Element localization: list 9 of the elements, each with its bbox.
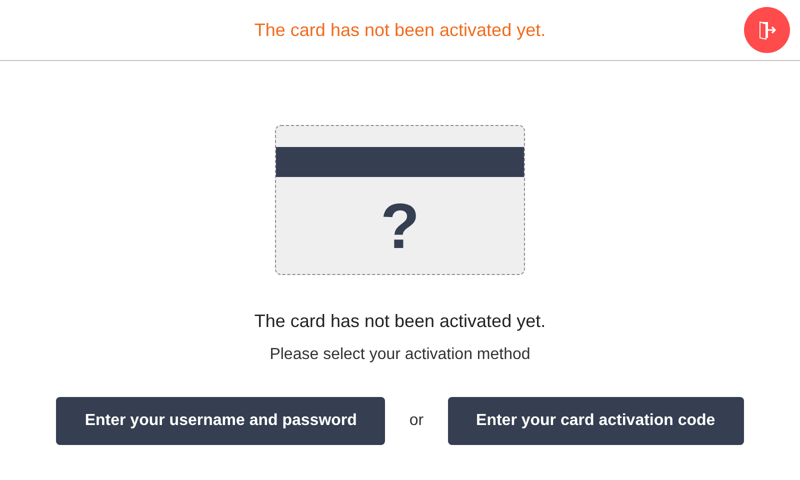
question-mark: ? — [380, 194, 420, 258]
message-heading: The card has not been activated yet. — [254, 310, 546, 333]
logout-button[interactable] — [744, 7, 790, 53]
message-subtitle: Please select your activation method — [270, 345, 530, 365]
page-title: The card has not been activated yet. — [254, 18, 546, 42]
credentials-button[interactable]: Enter your username and password — [56, 397, 386, 445]
activation-code-button[interactable]: Enter your card activation code — [448, 397, 744, 445]
or-separator: or — [409, 411, 424, 431]
exit-door-icon — [757, 20, 777, 40]
